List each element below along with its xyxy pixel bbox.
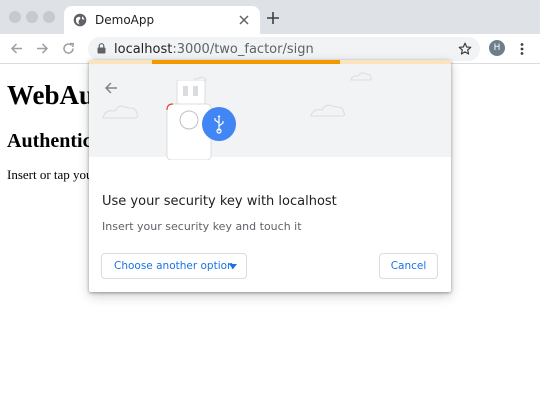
cancel-button[interactable]: Cancel	[379, 253, 438, 279]
globe-icon	[73, 13, 87, 27]
lock-icon[interactable]	[97, 43, 106, 54]
dialog-description: Insert your security key and touch it	[102, 220, 302, 233]
page-title: WebAu	[7, 80, 95, 110]
choose-another-option-label: Choose another option	[114, 260, 234, 272]
menu-icon[interactable]	[516, 42, 528, 56]
close-icon[interactable]	[238, 14, 250, 26]
browser-tab[interactable]: DemoApp	[64, 6, 260, 34]
window-close-dot[interactable]	[9, 11, 21, 23]
security-key-illustration	[89, 64, 451, 160]
page-instruction: Insert or tap you	[7, 167, 93, 182]
forward-arrow-icon[interactable]	[35, 41, 50, 56]
profile-avatar[interactable]: H	[489, 40, 505, 56]
cloud-decoration	[102, 72, 372, 119]
url-host: localhost	[114, 42, 173, 57]
choose-another-option-button[interactable]: Choose another option	[101, 253, 247, 279]
reload-icon[interactable]	[61, 41, 76, 56]
usb-icon	[202, 107, 236, 141]
tab-title: DemoApp	[95, 13, 155, 27]
dialog-title: Use your security key with localhost	[102, 194, 337, 209]
address-bar[interactable]: localhost:3000/two_factor/sign	[88, 37, 480, 61]
window-maximize-dot[interactable]	[43, 11, 55, 23]
page-subtitle: Authentic	[7, 130, 92, 152]
security-key-dialog: Use your security key with localhost Ins…	[89, 60, 451, 292]
star-icon[interactable]	[458, 42, 472, 56]
plus-icon[interactable]	[266, 11, 280, 25]
chevron-down-icon	[229, 264, 237, 269]
url-path: :3000/two_factor/sign	[172, 42, 314, 57]
url-text[interactable]: localhost:3000/two_factor/sign	[114, 42, 314, 57]
window-minimize-dot[interactable]	[26, 11, 38, 23]
back-arrow-icon[interactable]	[9, 41, 24, 56]
tab-strip: DemoApp	[0, 0, 540, 34]
